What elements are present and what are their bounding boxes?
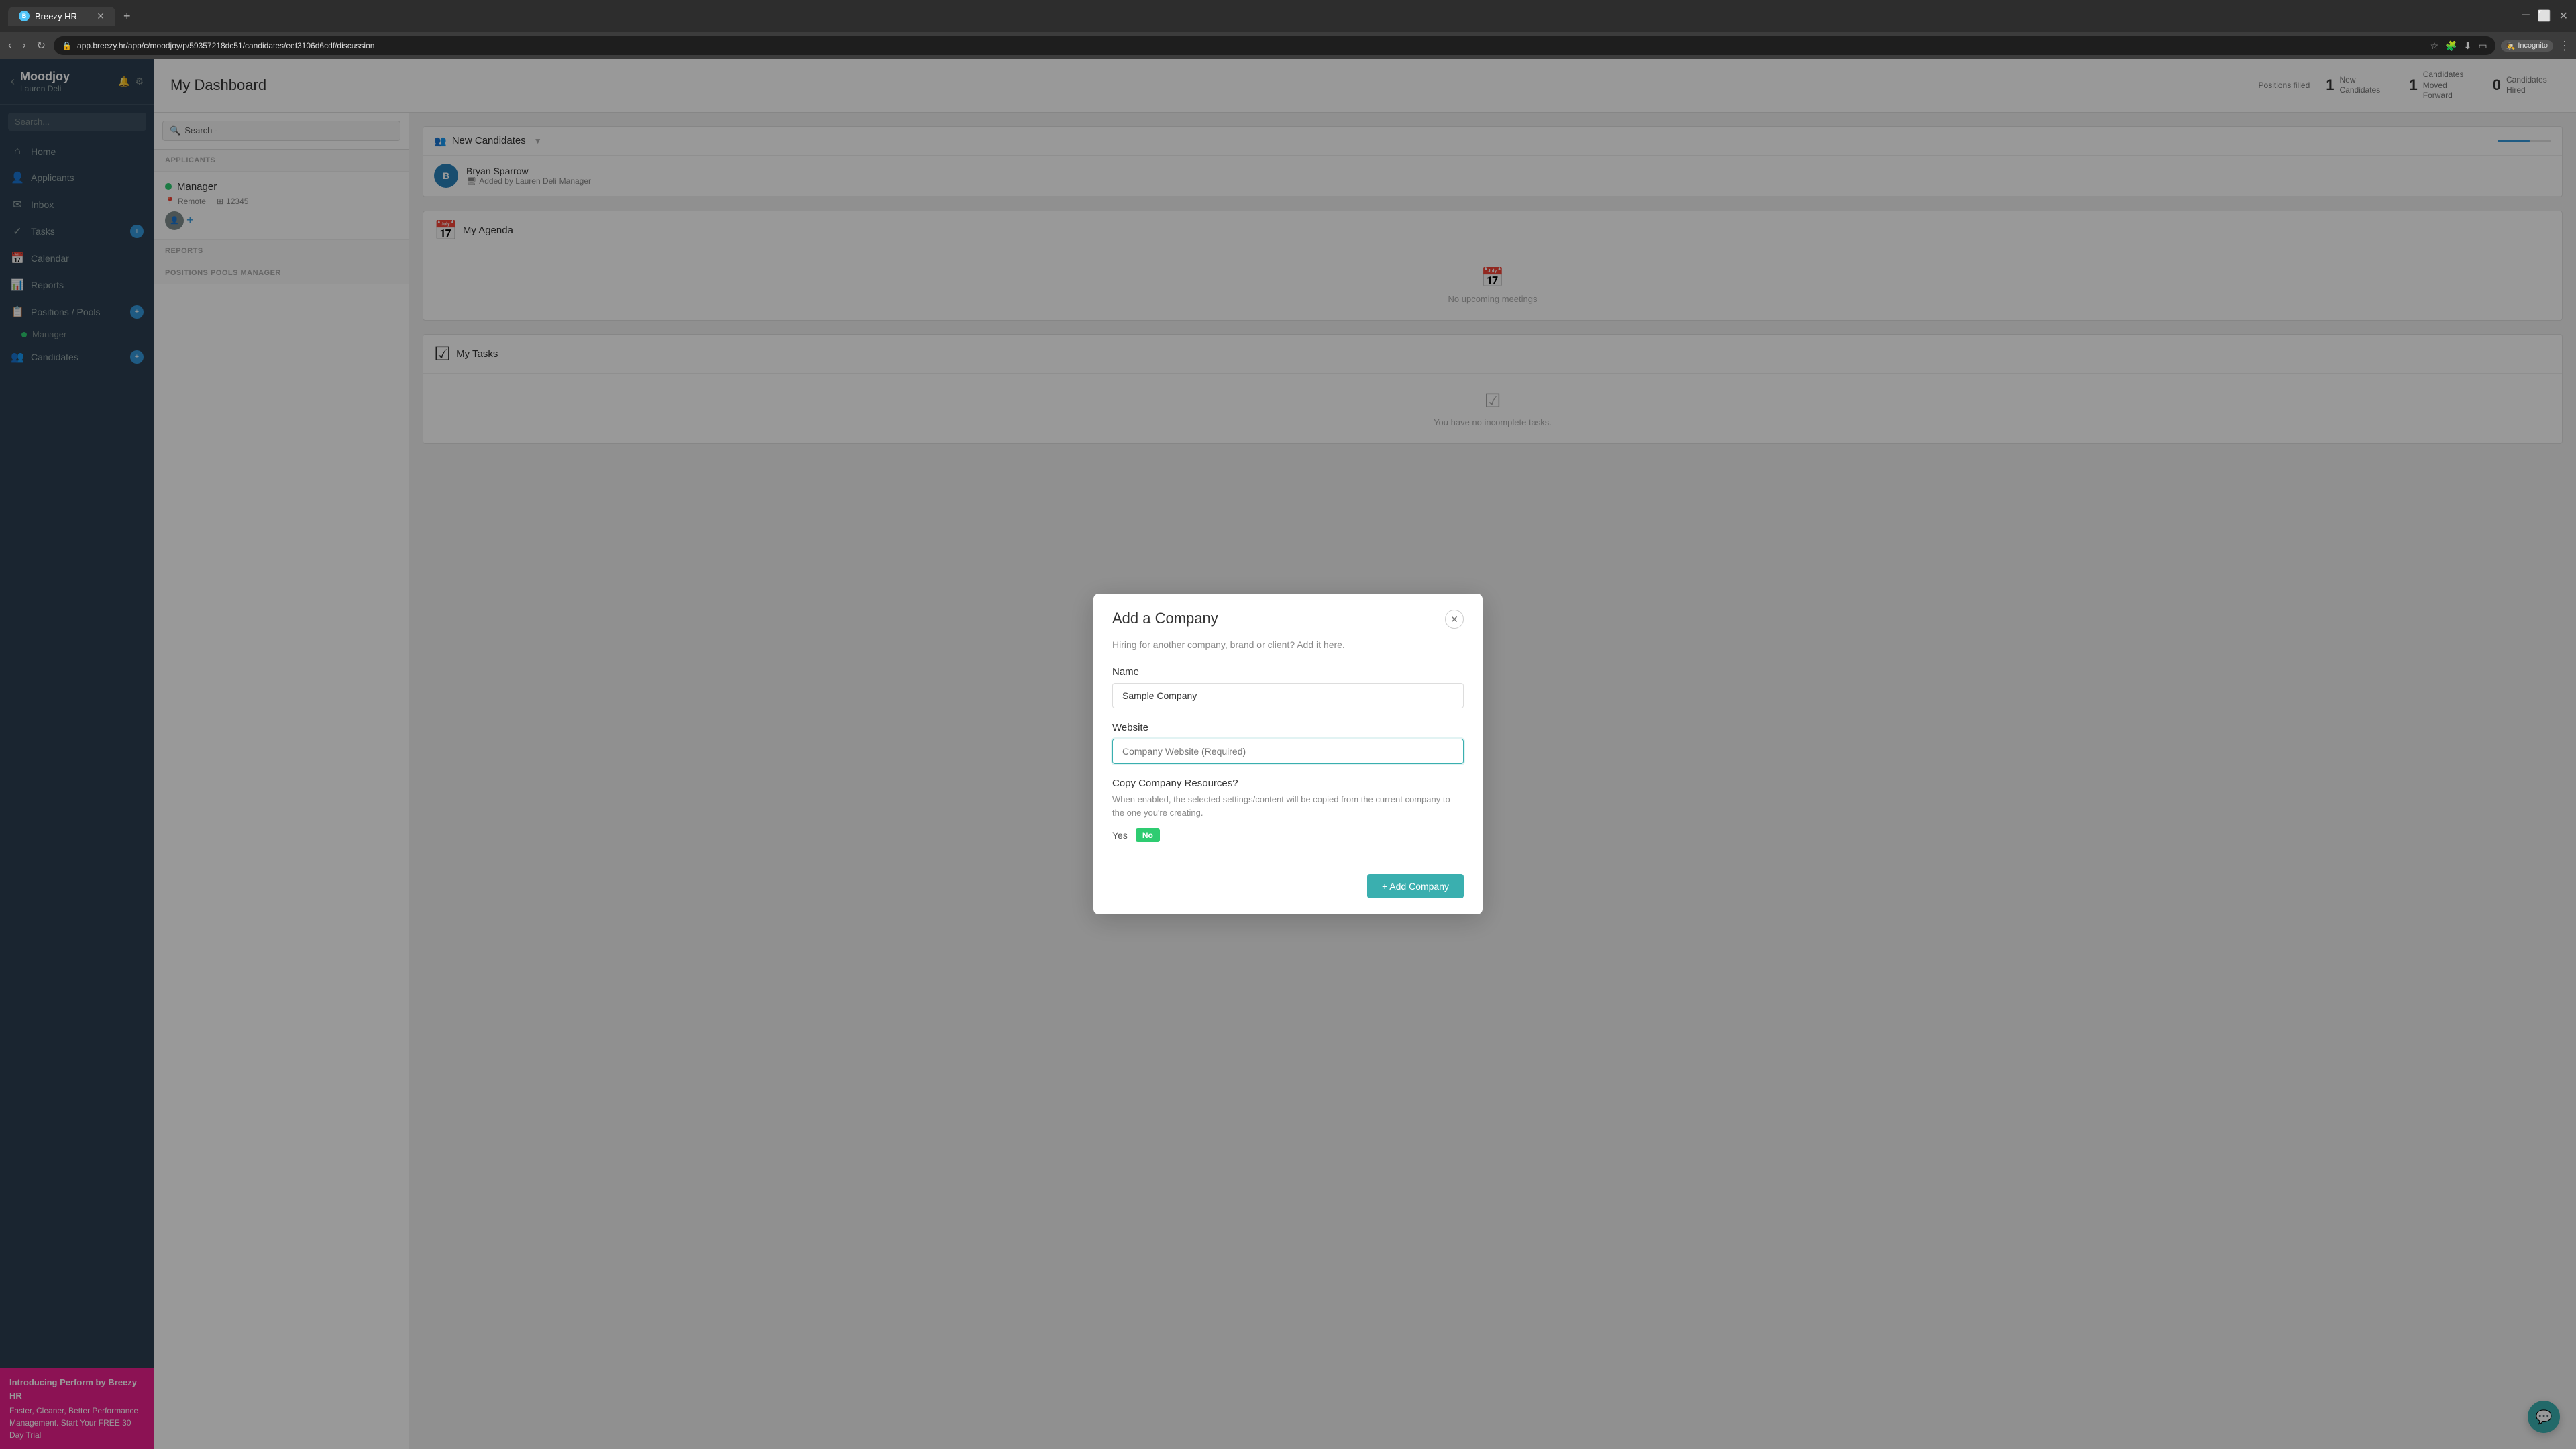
tab-label: Breezy HR <box>35 11 77 21</box>
lock-icon: 🔒 <box>62 41 72 50</box>
star-icon[interactable]: ☆ <box>2430 40 2439 52</box>
cast-icon[interactable]: ▭ <box>2478 40 2487 52</box>
toggle-yes-label: Yes <box>1112 830 1128 841</box>
forward-button[interactable]: › <box>19 37 28 54</box>
browser-chrome: B Breezy HR ✕ + ─ ⬜ ✕ <box>0 0 2576 32</box>
modal-close-button[interactable]: ✕ <box>1445 610 1464 629</box>
address-bar-icons: ☆ 🧩 ⬇ ▭ <box>2430 40 2487 52</box>
minimize-button[interactable]: ─ <box>2522 9 2529 23</box>
modal-overlay[interactable]: Add a Company ✕ Hiring for another compa… <box>0 59 2576 1449</box>
new-tab-button[interactable]: + <box>118 7 136 26</box>
modal-footer: + Add Company <box>1093 874 1483 914</box>
name-label: Name <box>1112 666 1464 678</box>
add-company-modal: Add a Company ✕ Hiring for another compa… <box>1093 594 1483 914</box>
website-input[interactable] <box>1112 739 1464 764</box>
back-button[interactable]: ‹ <box>5 37 14 54</box>
active-tab[interactable]: B Breezy HR ✕ <box>8 7 115 26</box>
window-controls: ─ ⬜ ✕ <box>2522 9 2568 23</box>
incognito-icon: 🕵 <box>2506 42 2516 50</box>
toggle-row: Yes No <box>1112 828 1464 842</box>
modal-header: Add a Company ✕ <box>1093 594 1483 629</box>
copy-resources-section: Copy Company Resources? When enabled, th… <box>1112 777 1464 842</box>
download-icon[interactable]: ⬇ <box>2464 40 2472 52</box>
name-field-display: Sample Company <box>1112 683 1464 708</box>
copy-resources-desc: When enabled, the selected settings/cont… <box>1112 793 1464 819</box>
tab-close-button[interactable]: ✕ <box>97 11 105 22</box>
incognito-badge: 🕵 Incognito <box>2501 40 2553 52</box>
extensions-icon[interactable]: 🧩 <box>2445 40 2457 52</box>
copy-resources-title: Copy Company Resources? <box>1112 777 1464 789</box>
close-button[interactable]: ✕ <box>2559 9 2568 23</box>
browser-menu-button[interactable]: ⋮ <box>2559 39 2571 53</box>
toggle-no-button[interactable]: No <box>1136 828 1160 842</box>
modal-body: Hiring for another company, brand or cli… <box>1093 629 1483 874</box>
name-form-group: Name Sample Company <box>1112 666 1464 708</box>
website-label: Website <box>1112 722 1464 733</box>
address-bar-row: ‹ › ↻ 🔒 app.breezy.hr/app/c/moodjoy/p/59… <box>0 32 2576 59</box>
website-form-group: Website <box>1112 722 1464 764</box>
url-display: app.breezy.hr/app/c/moodjoy/p/59357218dc… <box>77 41 374 50</box>
name-value: Sample Company <box>1122 690 1197 701</box>
add-company-button[interactable]: + Add Company <box>1367 874 1464 898</box>
tab-favicon: B <box>19 11 30 21</box>
modal-subtitle: Hiring for another company, brand or cli… <box>1112 639 1464 650</box>
modal-title: Add a Company <box>1112 610 1218 627</box>
address-bar[interactable]: 🔒 app.breezy.hr/app/c/moodjoy/p/59357218… <box>54 36 2496 55</box>
browser-tabs: B Breezy HR ✕ + <box>8 7 136 26</box>
refresh-button[interactable]: ↻ <box>34 36 48 55</box>
restore-button[interactable]: ⬜ <box>2538 9 2551 23</box>
